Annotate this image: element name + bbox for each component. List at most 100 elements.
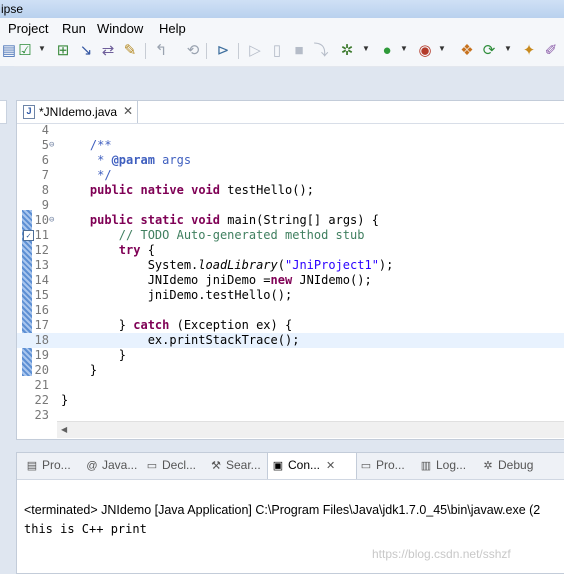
code-line[interactable]: ✓ 11 // TODO Auto-generated method stub: [17, 228, 564, 243]
code-line[interactable]: 14 JNIdemo jniDemo =new JNIdemo();: [17, 273, 564, 288]
tab-console[interactable]: ▣ Con... ✕: [271, 458, 335, 472]
tab-label: Sear...: [226, 458, 261, 472]
code-text: }: [61, 393, 68, 408]
code-text: ex.printStackTrace();: [61, 333, 300, 348]
left-trim: [0, 66, 14, 572]
tab-label: Con...: [288, 458, 321, 472]
code-line[interactable]: 7 */: [17, 168, 564, 183]
console-icon: ▣: [272, 460, 284, 472]
declaration-icon: ▭: [146, 460, 158, 472]
build-icon[interactable]: ❖: [458, 42, 476, 60]
code-line[interactable]: 18 ex.printStackTrace();: [17, 333, 564, 348]
chevron-down-icon[interactable]: ▼: [438, 44, 446, 53]
tab-search[interactable]: ⚒ Sear...: [209, 458, 261, 472]
horizontal-scrollbar[interactable]: ◀: [57, 421, 564, 438]
refactor-icon[interactable]: ↘: [77, 42, 95, 60]
code-token: );: [378, 258, 394, 272]
scroll-left-icon[interactable]: ◀: [61, 425, 67, 434]
new-java-icon[interactable]: ⊞: [54, 42, 72, 60]
code-text: public static void main(String[] args) {: [61, 213, 379, 228]
wand-icon[interactable]: ✎: [121, 42, 139, 60]
tab-log[interactable]: ▥ Log...: [419, 458, 466, 472]
resume-icon[interactable]: ▷: [246, 42, 264, 60]
terminal-icon[interactable]: ⊳: [214, 42, 232, 60]
code-token: */: [61, 168, 112, 182]
line-number: 23: [34, 408, 49, 422]
fold-icon[interactable]: ⊖: [49, 216, 57, 225]
code-line[interactable]: 21: [17, 378, 564, 393]
code-token: JNIdemo jniDemo =: [61, 273, 271, 287]
code-line[interactable]: 6 * @param args: [17, 153, 564, 168]
perspective-icon[interactable]: ✐: [542, 42, 560, 60]
chevron-down-icon[interactable]: ▼: [362, 44, 370, 53]
code-line[interactable]: 15 jniDemo.testHello();: [17, 288, 564, 303]
tab-progress[interactable]: ▭ Pro...: [359, 458, 405, 472]
sync-icon[interactable]: ⟲: [184, 42, 202, 60]
tab-label: Java...: [102, 458, 138, 472]
tab-debug[interactable]: ✲ Debug: [481, 458, 533, 472]
code-line[interactable]: 22}: [17, 393, 564, 408]
line-number: 20: [34, 363, 49, 377]
tab-label: Pro...: [42, 458, 71, 472]
code-token: void: [191, 213, 220, 227]
tab-declaration[interactable]: ▭ Decl...: [145, 458, 196, 472]
menu-window[interactable]: Window: [97, 21, 143, 36]
menu-help[interactable]: Help: [159, 21, 186, 36]
tab-javadoc[interactable]: @ Java...: [85, 458, 137, 472]
line-number: 19: [34, 348, 49, 362]
code-line[interactable]: 16: [17, 303, 564, 318]
refactor-icon[interactable]: ⇄: [99, 42, 117, 60]
stop-icon[interactable]: ■: [290, 42, 308, 60]
code-line[interactable]: 17 } catch (Exception ex) {: [17, 318, 564, 333]
chevron-down-icon[interactable]: ▼: [400, 44, 408, 53]
code-token: testHello();: [220, 183, 314, 197]
back-icon[interactable]: ↰: [152, 42, 170, 60]
minimized-view[interactable]: [0, 100, 7, 124]
fold-icon[interactable]: ⊖: [49, 141, 57, 150]
main-toolbar: ▤ ☑ ▼ ⊞ ↘ ⇄ ✎ ↰ ⟲ ⊳ ▷ ▯ ■ ⤵ ✲ ▼ ● ▼ ◉ ▼ …: [0, 38, 564, 67]
checkbox-icon[interactable]: ☑: [16, 42, 34, 60]
code-line[interactable]: 4: [17, 123, 564, 138]
code-token: args: [154, 153, 192, 167]
step-icon[interactable]: ⤵: [312, 42, 330, 60]
code-text: */: [61, 168, 112, 183]
code-token: @param: [111, 153, 155, 167]
code-line[interactable]: 9: [17, 198, 564, 213]
code-line[interactable]: 5 ⊖ /**: [17, 138, 564, 153]
run-icon[interactable]: ●: [378, 42, 396, 60]
line-number: 22: [34, 393, 49, 407]
close-icon[interactable]: ✕: [326, 460, 335, 472]
code-token: System.: [61, 258, 199, 272]
code-line[interactable]: 10 ⊖ public static void main(String[] arg…: [17, 213, 564, 228]
progress-icon: ▭: [360, 460, 372, 472]
suspend-icon[interactable]: ▯: [268, 42, 286, 60]
code-line[interactable]: 20 }: [17, 363, 564, 378]
line-number: 6: [41, 153, 49, 167]
code-text: System.loadLibrary("JniProject1");: [61, 258, 394, 273]
watermark: https://blog.csdn.net/sshzf: [372, 547, 511, 561]
menu-project[interactable]: Project: [8, 21, 48, 36]
code-line[interactable]: 13 System.loadLibrary("JniProject1");: [17, 258, 564, 273]
code-area[interactable]: 4 5 ⊖ /** 6 * @param args 7 */8 public nativ…: [17, 123, 564, 423]
code-text: * @param args: [61, 153, 191, 168]
code-token: /**: [61, 138, 112, 152]
chevron-down-icon[interactable]: ▼: [504, 44, 512, 53]
tab-jnidemo-java[interactable]: J *JNIdemo.java ✕: [17, 101, 138, 123]
code-line[interactable]: 8 public native void testHello();: [17, 183, 564, 198]
new-package-icon[interactable]: ✦: [520, 42, 538, 60]
code-line[interactable]: 19 }: [17, 348, 564, 363]
code-token: (Exception ex) {: [169, 318, 293, 332]
chevron-down-icon[interactable]: ▼: [38, 44, 46, 53]
coverage-icon[interactable]: ◉: [416, 42, 434, 60]
tab-problems[interactable]: ▤ Pro...: [25, 458, 71, 472]
menu-run[interactable]: Run: [62, 21, 86, 36]
tab-label: *JNIdemo.java: [39, 105, 118, 119]
close-icon[interactable]: ✕: [123, 104, 133, 118]
code-line[interactable]: 12 try {: [17, 243, 564, 258]
debug-icon[interactable]: ✲: [338, 42, 356, 60]
line-number: 16: [34, 303, 49, 317]
refresh-icon[interactable]: ⟳: [480, 42, 498, 60]
